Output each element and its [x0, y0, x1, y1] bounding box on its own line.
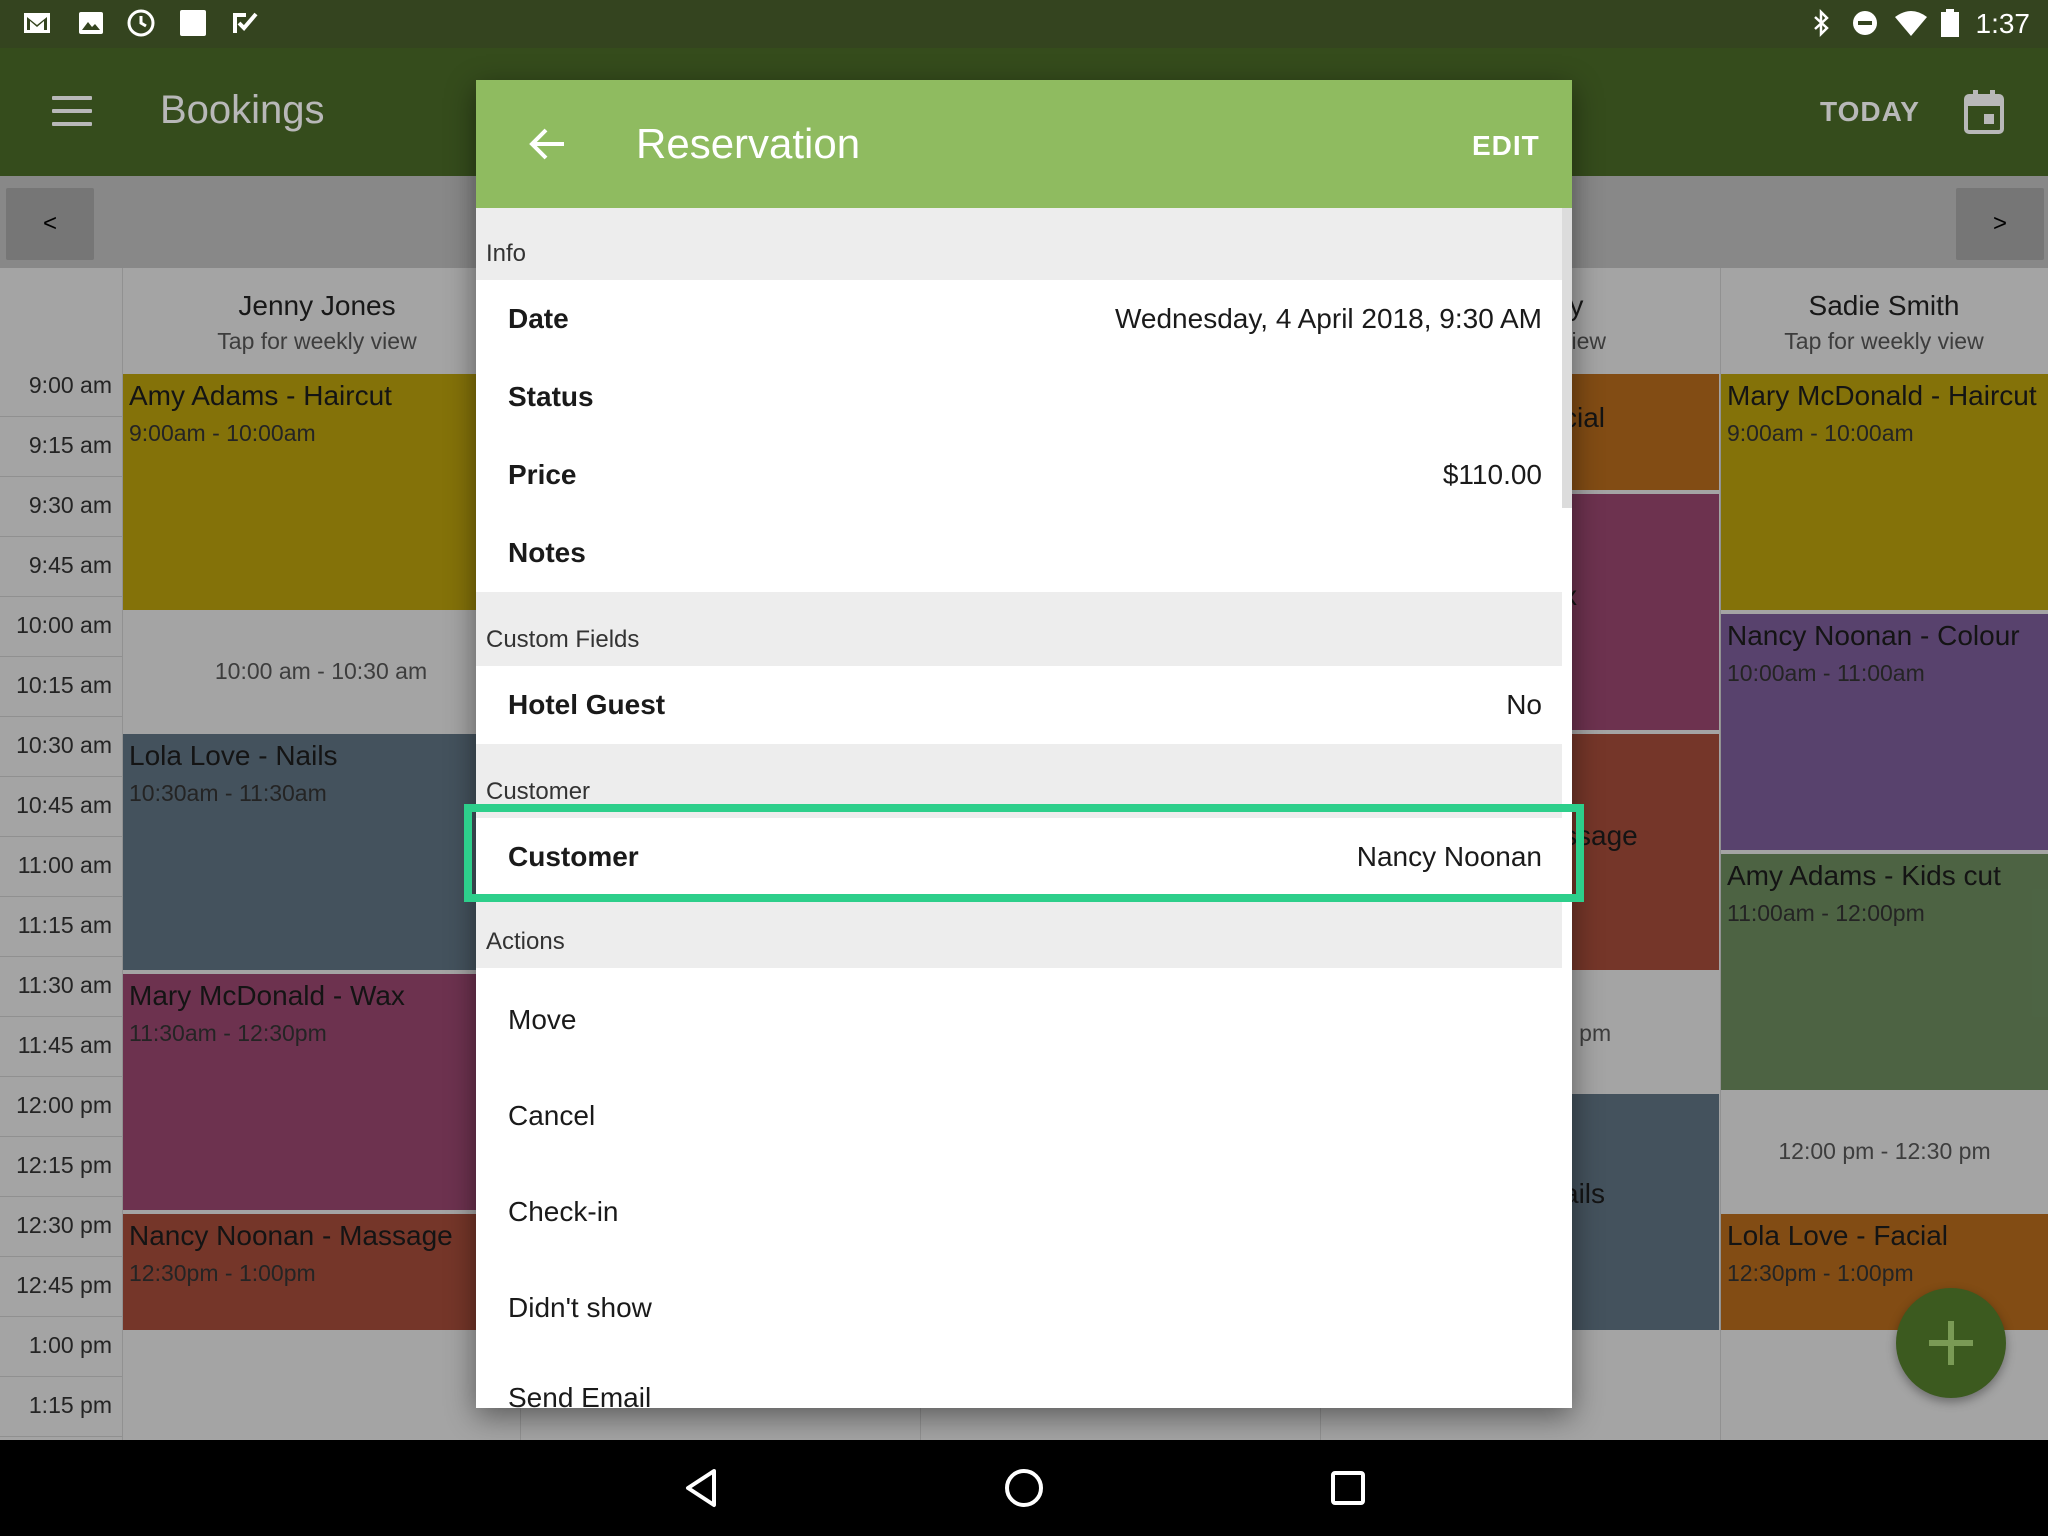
wifi-icon [1895, 11, 1927, 36]
status-time: 1:37 [1975, 8, 2031, 39]
notes-row[interactable]: Notes [476, 514, 1562, 592]
status-row[interactable]: Status [476, 358, 1562, 436]
add-booking-button[interactable] [1896, 1288, 2006, 1398]
status-label: Status [508, 381, 594, 412]
actions-list: Move Cancel Check-in Didn't show Send Em… [476, 968, 1562, 1408]
section-info: Info [476, 208, 1562, 280]
battery-icon [1941, 9, 1959, 37]
square-icon [180, 10, 206, 36]
price-row[interactable]: Price $110.00 [476, 436, 1562, 514]
action-move[interactable]: Move [508, 1004, 576, 1036]
section-custom-fields: Custom Fields [476, 592, 1562, 666]
reservation-dialog: Reservation EDIT Info Date Wednesday, 4 … [476, 80, 1572, 1408]
date-value: Wednesday, 4 April 2018, 9:30 AM [1114, 303, 1542, 334]
section-label: Customer [486, 778, 591, 805]
tasks-icon [233, 12, 258, 33]
back-nav-icon[interactable] [682, 1468, 722, 1508]
section-label: Actions [486, 928, 565, 955]
hotel-guest-value: No [1506, 689, 1542, 720]
hotel-guest-row[interactable]: Hotel Guest No [476, 666, 1562, 744]
action-cancel[interactable]: Cancel [508, 1100, 595, 1132]
notes-label: Notes [508, 537, 586, 568]
dialog-scrollbar[interactable] [1562, 208, 1572, 508]
section-label: Custom Fields [486, 626, 640, 653]
dialog-title: Reservation [636, 120, 861, 167]
price-value: $110.00 [1442, 459, 1542, 490]
status-bar: 1:37 [0, 0, 2048, 48]
dialog-header: Reservation EDIT [476, 80, 1572, 208]
bluetooth-icon [1814, 8, 1829, 38]
system-nav-bar [0, 1440, 2048, 1536]
date-row[interactable]: Date Wednesday, 4 April 2018, 9:30 AM [476, 280, 1562, 358]
customer-row-highlight [464, 804, 1584, 902]
edit-button[interactable]: EDIT [1472, 130, 1540, 162]
action-check-in[interactable]: Check-in [508, 1196, 618, 1228]
dnd-icon [1853, 11, 1877, 35]
section-actions: Actions [476, 896, 1562, 968]
back-arrow-icon[interactable] [528, 124, 568, 164]
date-label: Date [508, 303, 569, 334]
hotel-guest-label: Hotel Guest [508, 689, 666, 720]
home-nav-icon[interactable] [1004, 1468, 1044, 1508]
action-didnt-show[interactable]: Didn't show [508, 1292, 652, 1324]
price-label: Price [508, 459, 577, 490]
recents-nav-icon[interactable] [1330, 1470, 1366, 1506]
gmail-icon [24, 13, 50, 33]
image-icon [79, 12, 103, 34]
clock-icon [127, 9, 155, 37]
action-send-email[interactable]: Send Email [508, 1382, 651, 1408]
section-label: Info [486, 240, 527, 267]
